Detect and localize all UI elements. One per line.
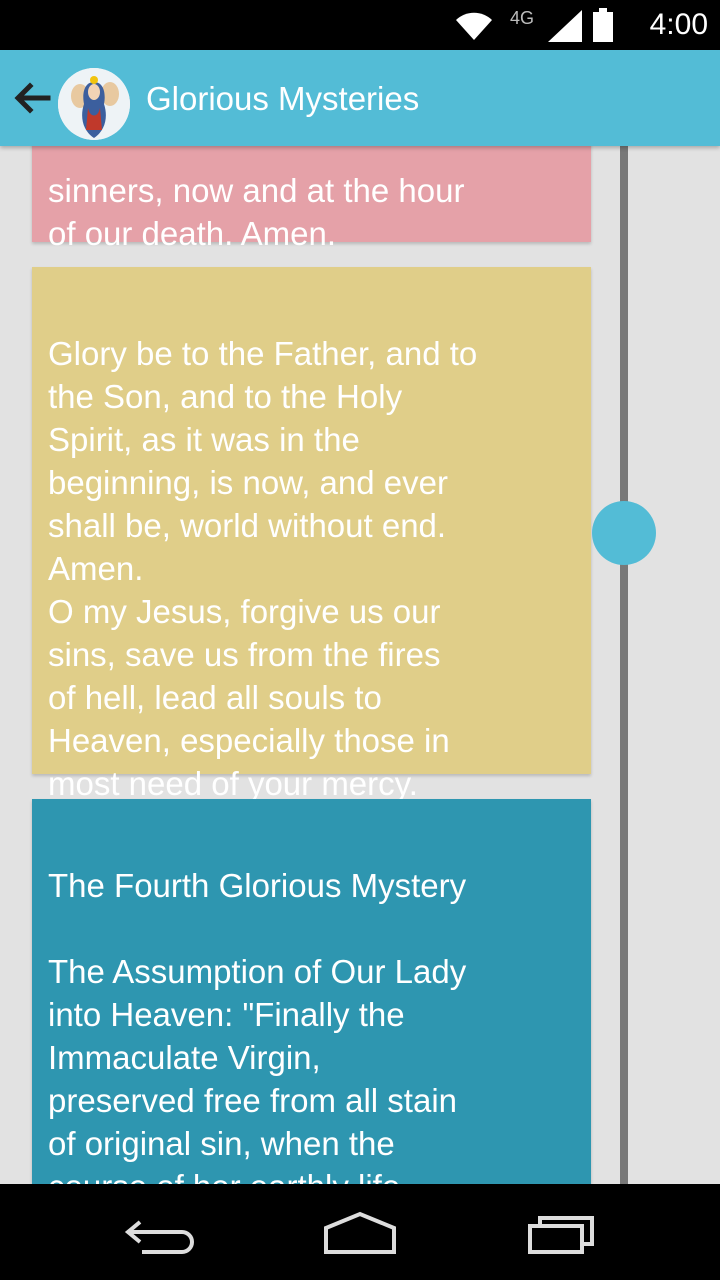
status-bar: 4G 4:00 xyxy=(0,0,720,50)
navigation-bar xyxy=(0,1184,720,1280)
prayer-list[interactable]: sinners, now and at the hour of our deat… xyxy=(0,146,720,1184)
app-bar: Glorious Mysteries xyxy=(0,50,720,146)
signal-icon xyxy=(548,10,582,42)
page-title: Glorious Mysteries xyxy=(146,80,420,117)
status-icons: 4G xyxy=(450,8,620,42)
avatar-image xyxy=(58,68,130,140)
network-type-label: 4G xyxy=(510,8,535,28)
timeline-progress-knob[interactable] xyxy=(592,501,656,565)
prayer-card-yellow: Glory be to the Father, and to the Son, … xyxy=(32,267,591,802)
timeline-track xyxy=(620,146,628,1184)
wifi-icon xyxy=(456,12,492,41)
nav-back-button[interactable] xyxy=(120,1208,200,1258)
home-nav-icon xyxy=(324,1211,396,1254)
mystery-text: The Fourth Glorious Mystery The Assumpti… xyxy=(48,867,467,1184)
battery-icon xyxy=(593,8,613,42)
prayer-card-pink: sinners, now and at the hour of our deat… xyxy=(32,146,591,252)
back-button[interactable] xyxy=(10,76,54,120)
prayer-text: Glory be to the Father, and to the Son, … xyxy=(48,335,478,802)
nav-home-button[interactable] xyxy=(320,1208,400,1258)
avatar[interactable] xyxy=(58,68,130,140)
back-nav-icon xyxy=(124,1220,194,1254)
arrow-left-icon xyxy=(14,82,51,114)
nav-recents-button[interactable] xyxy=(520,1208,600,1258)
status-time: 4:00 xyxy=(649,8,708,41)
recents-nav-icon xyxy=(528,1216,594,1254)
prayer-text: sinners, now and at the hour of our deat… xyxy=(48,172,465,252)
prayer-card-blue: The Fourth Glorious Mystery The Assumpti… xyxy=(32,799,591,1184)
